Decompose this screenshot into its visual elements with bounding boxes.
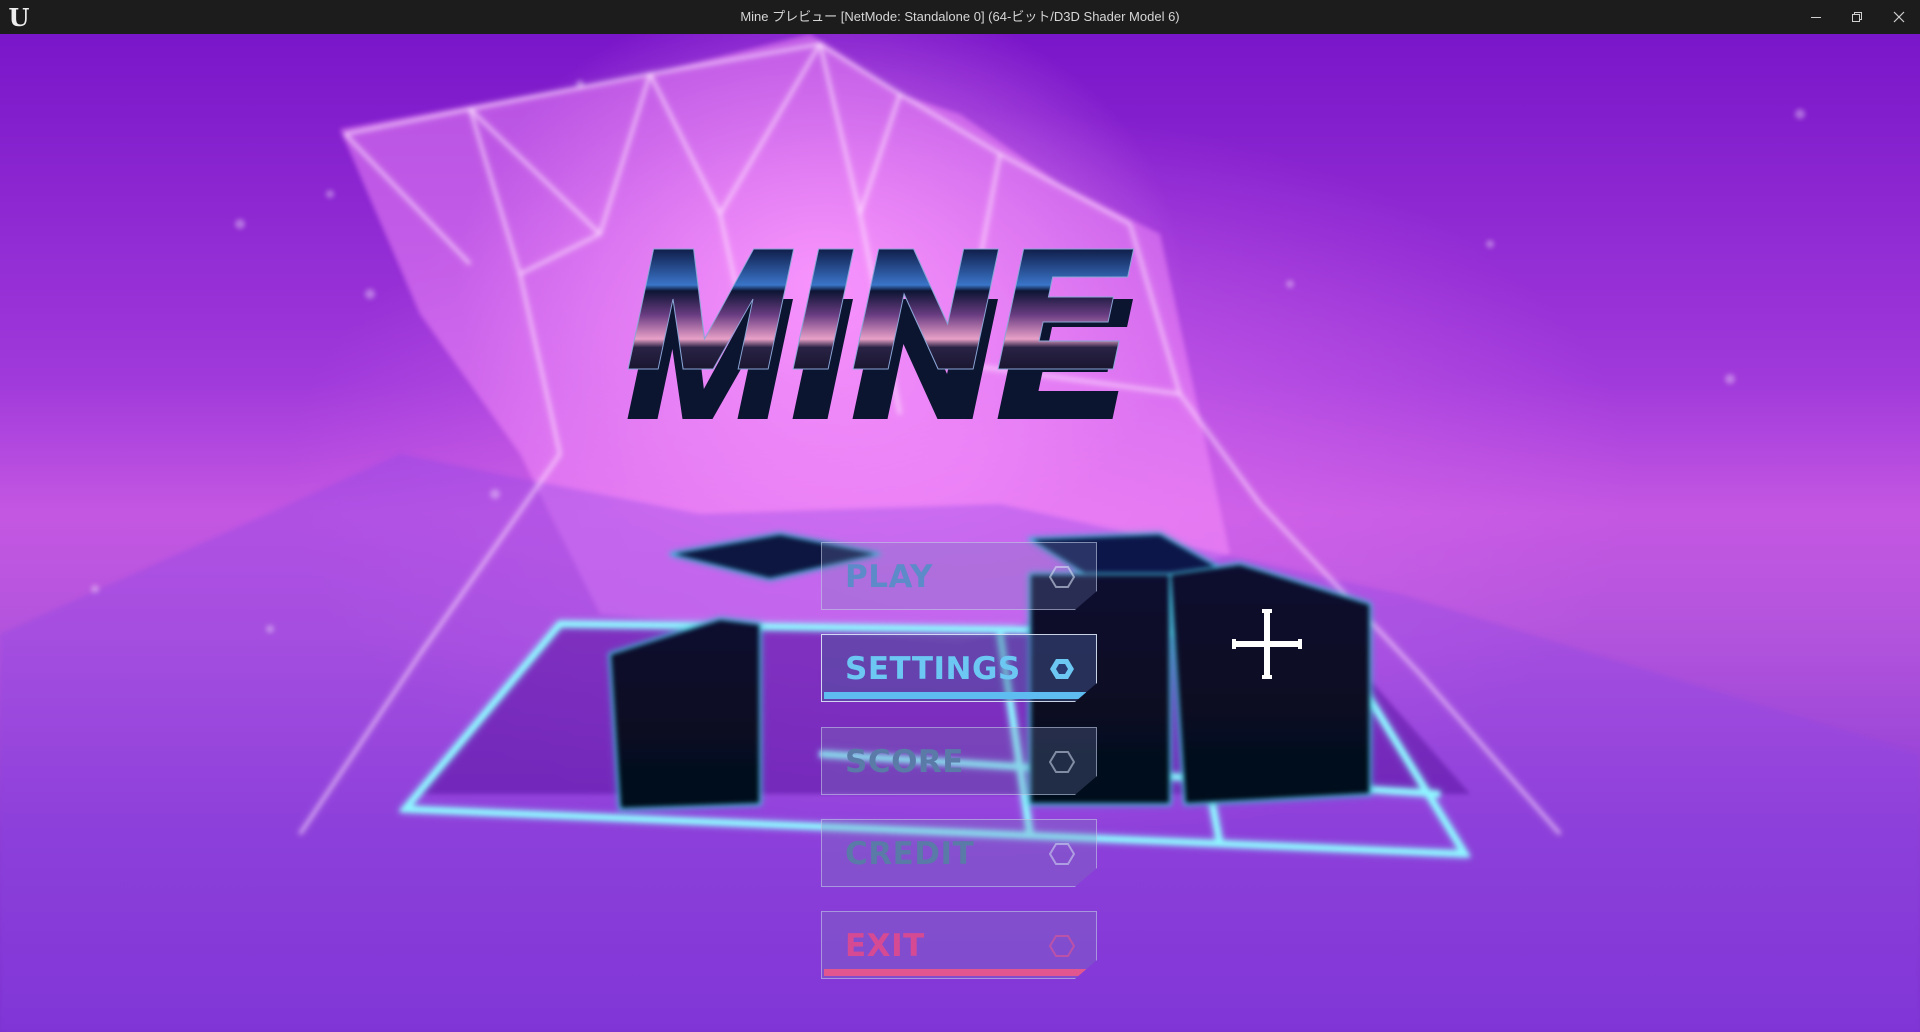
crosshair-cursor-icon [1232,609,1302,679]
exit-button[interactable]: EXIT [821,911,1097,979]
settings-selected-bar [824,692,1086,699]
credit-button[interactable]: CREDIT [821,819,1097,887]
hexagon-icon [1049,751,1075,773]
exit-accent-bar [824,969,1086,976]
mine-game-logo [627,248,1135,419]
score-button[interactable]: SCORE [821,727,1097,795]
close-icon[interactable] [1878,0,1920,34]
hexagon-selected-icon [1050,659,1074,679]
window-title: Mine プレビュー [NetMode: Standalone 0] (64-ビ… [740,9,1180,24]
play-button[interactable]: PLAY [821,542,1097,610]
credit-button-label: CREDIT [845,836,975,872]
play-button-label: PLAY [845,559,933,595]
restore-icon[interactable] [1836,0,1878,34]
window-titlebar: U Mine プレビュー [NetMode: Standalone 0] (64… [0,0,1920,34]
score-button-label: SCORE [845,744,964,780]
hexagon-icon [1049,935,1075,957]
hexagon-icon [1049,566,1075,588]
minimize-icon[interactable] [1795,0,1837,34]
settings-button[interactable]: SETTINGS [821,634,1097,702]
game-viewport[interactable]: PLAY SETTINGS SCORE CREDIT EXIT [0,34,1920,1032]
hexagon-icon [1049,843,1075,865]
